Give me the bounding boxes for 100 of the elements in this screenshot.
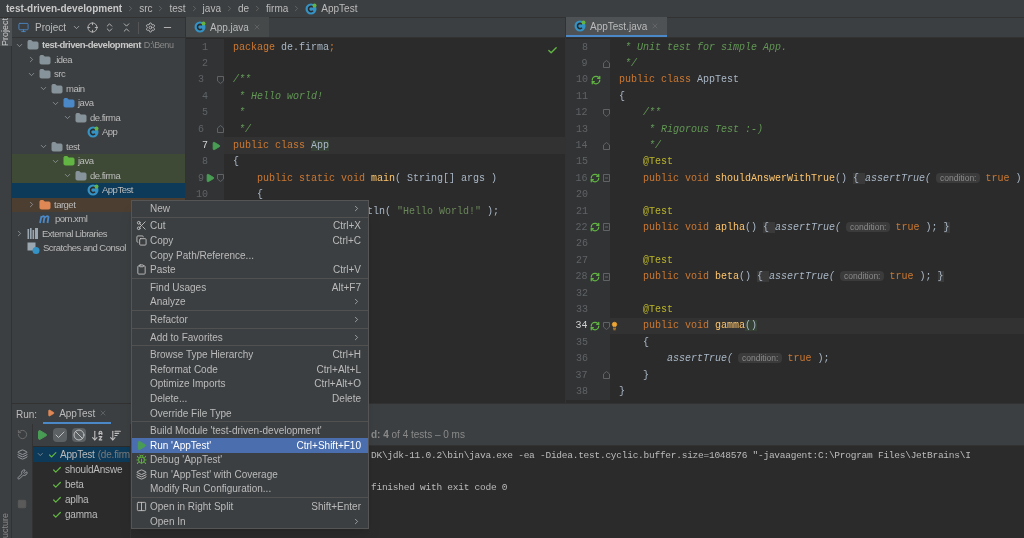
breadcrumb[interactable]: java xyxy=(202,1,221,16)
code-line: public class AppTest xyxy=(619,73,740,88)
layers-icon[interactable] xyxy=(16,449,28,460)
fold-icon[interactable] xyxy=(603,272,610,281)
breadcrumb[interactable]: de xyxy=(237,1,250,16)
menu-item[interactable]: Modify Run Configuration... xyxy=(132,481,368,497)
run-tab[interactable]: AppTest xyxy=(43,404,112,424)
menu-item[interactable]: Override File Type xyxy=(132,405,368,421)
menu-item[interactable]: Paste Ctrl+V xyxy=(132,262,368,277)
close-icon[interactable] xyxy=(252,23,261,31)
tree-row[interactable]: AppTest xyxy=(12,183,185,198)
tree-item-label: test-driven-development xyxy=(42,38,141,53)
fold-icon[interactable] xyxy=(603,174,610,183)
code-line: */ xyxy=(624,57,637,72)
tree-item-label: main xyxy=(66,81,85,96)
fold-icon[interactable] xyxy=(603,108,610,117)
close-icon[interactable] xyxy=(99,409,108,417)
menu-item[interactable]: Add to Favorites xyxy=(132,329,368,345)
tree-item-label: .idea xyxy=(54,52,73,67)
split-icon xyxy=(135,501,147,513)
code-line: public void gamma() xyxy=(642,319,758,334)
panel-title: Run: xyxy=(16,407,38,422)
result-row[interactable]: aplha xyxy=(33,492,130,507)
code-line: @Test xyxy=(642,155,673,170)
breadcrumb[interactable]: test xyxy=(169,1,186,16)
fold-icon[interactable] xyxy=(217,125,224,134)
tree-row[interactable]: test xyxy=(12,139,185,154)
menu-item[interactable]: Run 'AppTest' with Coverage xyxy=(132,467,368,482)
tool-window-tab[interactable]: Project xyxy=(0,18,12,46)
rerun-icon[interactable] xyxy=(591,74,601,85)
library-icon xyxy=(27,228,39,240)
lightbulb-icon[interactable] xyxy=(610,320,619,331)
tree-item-label: de.firma xyxy=(90,110,121,125)
result-row[interactable]: shouldAnswe xyxy=(33,462,130,477)
breadcrumb[interactable]: test-driven-development xyxy=(6,1,123,16)
menu-item[interactable]: Open In xyxy=(132,513,368,529)
wrench-icon[interactable] xyxy=(16,469,28,480)
breadcrumb[interactable]: src xyxy=(139,1,153,16)
fold-icon[interactable] xyxy=(217,75,224,84)
class-icon xyxy=(305,2,318,15)
editor-tab[interactable]: AppTest.java xyxy=(566,17,668,37)
tree-row[interactable]: test-driven-development D:\Benu xyxy=(12,38,185,53)
result-row[interactable]: gamma xyxy=(33,507,130,522)
result-row[interactable]: beta xyxy=(33,477,130,492)
menu-item[interactable]: Run 'AppTest' Ctrl+Shift+F10 xyxy=(132,437,368,453)
menu-item[interactable]: Refactor xyxy=(132,312,368,327)
menu-item[interactable]: Find Usages Alt+F7 xyxy=(132,279,368,295)
check-icon[interactable] xyxy=(53,428,67,442)
menu-item[interactable]: Open in Right Split Shift+Enter xyxy=(132,499,368,514)
editor-tab[interactable]: App.java xyxy=(186,17,269,37)
tree-row[interactable]: main xyxy=(12,81,185,96)
tool-window-tab[interactable]: ucture xyxy=(0,513,13,538)
code-line: { xyxy=(619,89,625,104)
settings-icon[interactable] xyxy=(145,22,157,33)
menu-item[interactable]: Cut Ctrl+X xyxy=(132,218,368,234)
fold-icon[interactable] xyxy=(603,371,610,379)
rerun-icon[interactable] xyxy=(590,271,601,282)
run-icon[interactable] xyxy=(205,173,216,184)
stop-icon[interactable] xyxy=(17,499,27,509)
sort-icon[interactable] xyxy=(91,428,104,442)
tree-row[interactable]: java xyxy=(12,96,185,111)
tree-row[interactable]: .idea xyxy=(12,52,185,67)
folder-icon xyxy=(51,140,63,153)
code-line: public void shouldAnswerWithTrue() { assertTrue( condition: true ) xyxy=(642,171,1022,186)
breadcrumb[interactable]: AppTest xyxy=(321,1,358,16)
menu-item[interactable]: Browse Type Hierarchy Ctrl+H xyxy=(132,347,368,362)
tree-row[interactable]: App xyxy=(12,125,185,140)
tree-row[interactable]: java xyxy=(12,154,185,169)
coverage-icon xyxy=(135,468,147,480)
rerun-icon[interactable] xyxy=(590,222,601,233)
run-icon[interactable] xyxy=(211,140,221,151)
crosshair-icon[interactable] xyxy=(87,22,99,33)
menu-item[interactable]: Copy Ctrl+C xyxy=(132,233,368,248)
fold-icon[interactable] xyxy=(603,59,610,68)
tree-row[interactable]: src xyxy=(12,67,185,82)
rerun-icon[interactable] xyxy=(590,173,601,184)
fold-icon[interactable] xyxy=(217,174,224,183)
menu-item[interactable]: Optimize Imports Ctrl+Alt+O xyxy=(132,376,368,392)
panel-title[interactable]: Project xyxy=(35,20,67,35)
run-icon[interactable] xyxy=(36,429,48,441)
rerun-icon[interactable] xyxy=(590,320,601,331)
menu-item[interactable]: Delete... Delete xyxy=(132,391,368,406)
code-line: assertTrue( condition: true ); xyxy=(666,352,830,367)
fold-icon[interactable] xyxy=(603,223,610,232)
code-line: public static void main( String[] args ) xyxy=(256,171,498,186)
code-line: * Unit test for simple App. xyxy=(624,40,788,55)
menu-item[interactable]: Analyze xyxy=(132,294,368,310)
tree-row[interactable]: de.firma xyxy=(12,110,185,125)
dropdown-icon[interactable] xyxy=(72,23,82,32)
fold-icon[interactable] xyxy=(603,141,610,150)
sort-duration-icon[interactable] xyxy=(109,428,122,442)
menu-item[interactable]: Copy Path/Reference... xyxy=(132,247,368,263)
tree-item-label: AppTest xyxy=(102,183,133,198)
menu-item[interactable]: Reformat Code Ctrl+Alt+L xyxy=(132,361,368,377)
menu-item[interactable]: Build Module 'test-driven-development' xyxy=(132,423,368,438)
ban-icon[interactable] xyxy=(72,428,86,442)
result-row[interactable]: AppTest (de.firm xyxy=(33,447,130,462)
folder-icon xyxy=(63,155,75,168)
breadcrumb[interactable]: firma xyxy=(266,1,289,16)
menu-item[interactable]: Debug 'AppTest' xyxy=(132,452,368,468)
